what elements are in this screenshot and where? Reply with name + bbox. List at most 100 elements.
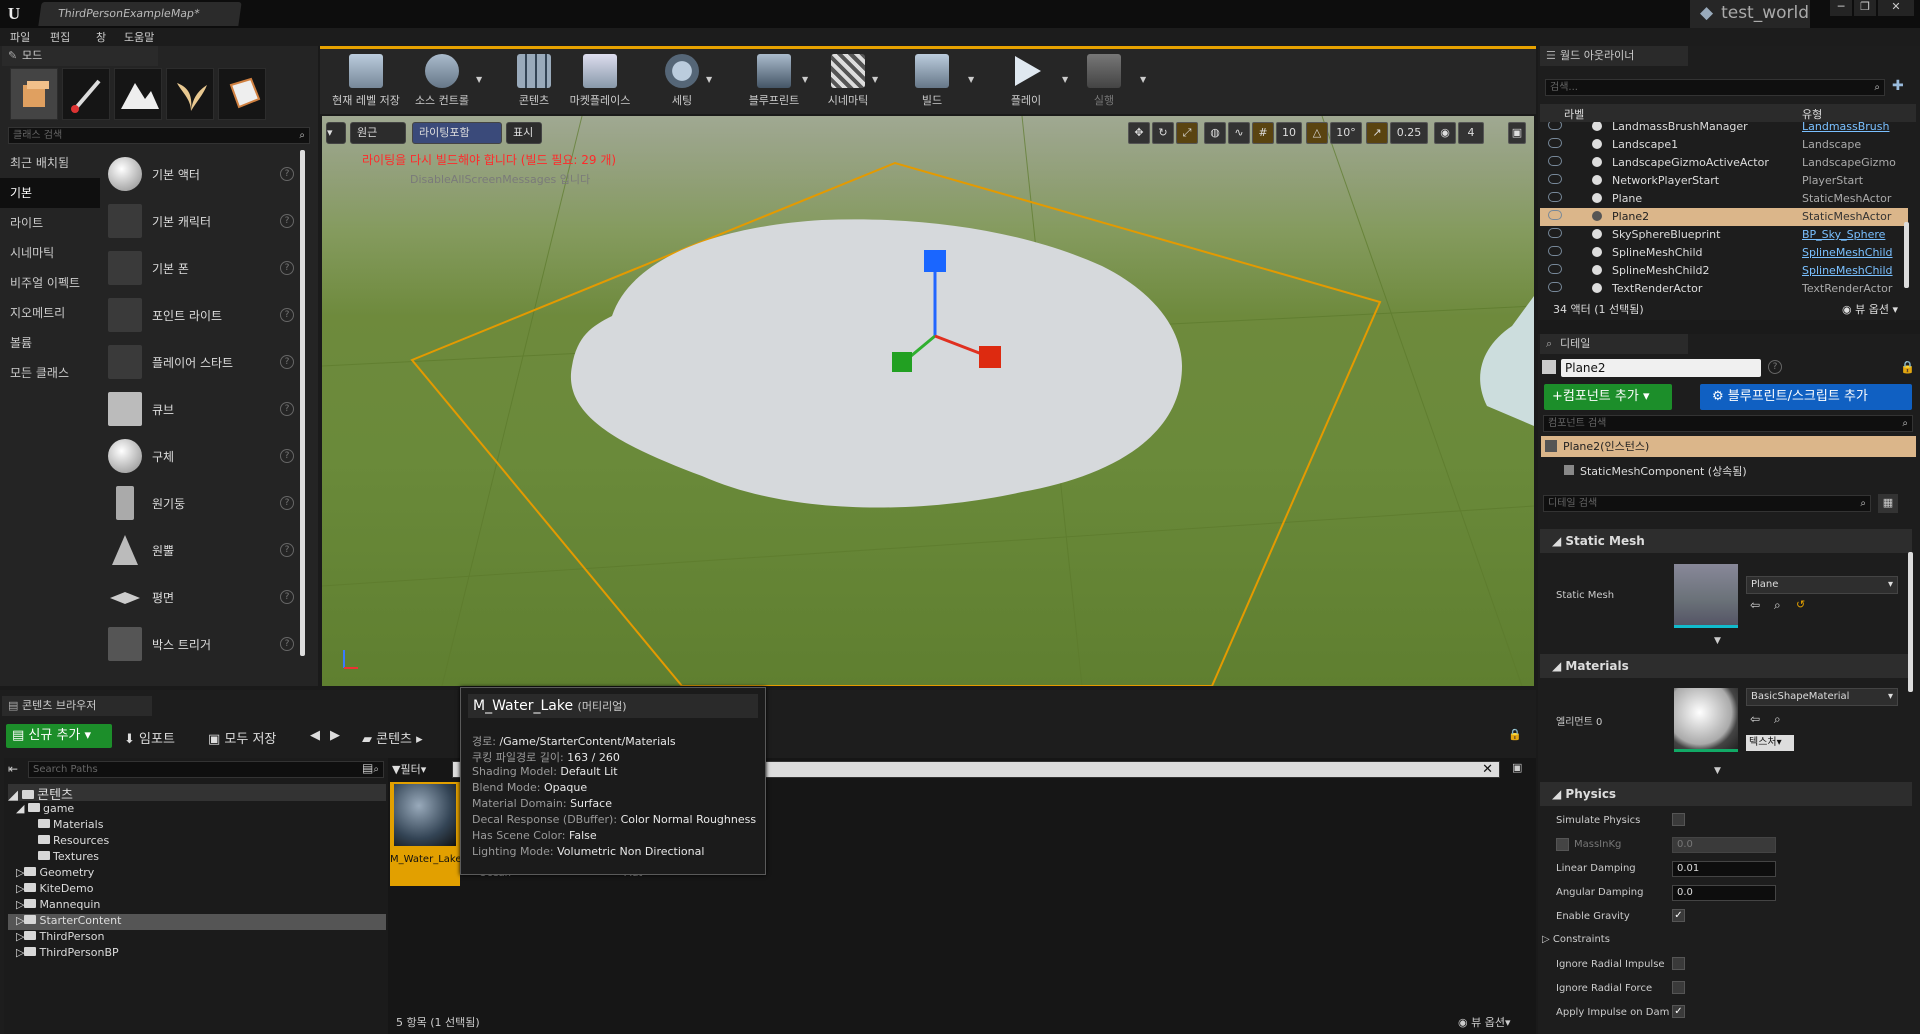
angular-damping-field[interactable]: 0.0 [1672, 885, 1776, 901]
help-icon[interactable]: ? [280, 167, 294, 181]
actor-item-cube[interactable]: 큐브? [108, 387, 296, 432]
tree-node-kitedemo[interactable]: ▷ KiteDemo [16, 882, 94, 895]
outliner-row[interactable]: LandscapeGizmoActiveActor LandscapeGizmo [1540, 154, 1908, 172]
row-type[interactable]: SplineMeshChild [1802, 264, 1893, 277]
eye-icon[interactable] [1548, 246, 1562, 256]
save-search-icon[interactable]: ▣ [1512, 761, 1522, 774]
collapse-sources-icon[interactable]: ⇤ [8, 762, 18, 776]
modes-scrollbar[interactable] [300, 150, 305, 656]
actor-item-cylinder[interactable]: 원기둥? [108, 481, 296, 526]
static-mesh-combo[interactable]: Plane ▾ [1746, 576, 1898, 594]
world-local-icon[interactable]: ◍ [1204, 122, 1226, 144]
maximize-viewport-icon[interactable]: ▣ [1508, 122, 1526, 144]
category-cinematic[interactable]: 시네마틱 [0, 238, 100, 268]
add-component-button[interactable]: +컴포넌트 추가 ▾ [1544, 384, 1672, 410]
help-icon[interactable]: ? [280, 261, 294, 275]
row-type[interactable]: LandmassBrush [1802, 122, 1889, 133]
outliner-search-input[interactable]: 검색... ⌕ [1545, 79, 1885, 96]
gizmo-x-handle[interactable] [979, 346, 1001, 368]
outliner-row[interactable]: SkySphereBlueprint BP_Sky_Sphere [1540, 226, 1908, 244]
actor-item-basic-actor[interactable]: 기본 액터? [108, 152, 296, 197]
actor-item-box-trigger[interactable]: 박스 트리거? [108, 622, 296, 667]
enable-gravity-checkbox[interactable]: ✓ [1672, 909, 1685, 922]
add-blueprint-button[interactable]: ⚙ 블루프린트/스크립트 추가 [1700, 384, 1912, 410]
section-materials[interactable]: ◢ Materials [1540, 654, 1912, 678]
path-view-options-icon[interactable]: ▤ [362, 761, 373, 775]
show-button[interactable]: 표시 [506, 122, 542, 144]
foliage-mode-icon[interactable] [166, 68, 214, 120]
tree-node-resources[interactable]: Resources [38, 834, 109, 847]
outliner-row[interactable]: TextRenderActor TextRenderActor [1540, 280, 1908, 294]
column-label[interactable]: 라벨 [1564, 106, 1584, 122]
rotation-snap-icon[interactable]: △ [1306, 122, 1328, 144]
chevron-down-icon[interactable]: ▼ [872, 75, 878, 84]
browse-icon[interactable]: ⌕ [1774, 712, 1781, 727]
chevron-down-icon[interactable]: ▼ [968, 75, 974, 84]
detail-search-input[interactable]: 디테일 검색 ⌕ [1543, 495, 1871, 512]
category-volumes[interactable]: 볼륨 [0, 328, 100, 358]
outliner-row[interactable]: Landscape1 Landscape [1540, 136, 1908, 154]
lake-plane[interactable] [570, 219, 1182, 508]
class-search-input[interactable]: 클래스 검색 ⌕ [8, 127, 310, 144]
rotate-icon[interactable]: ↻ [1152, 122, 1174, 144]
tab-world-outliner[interactable]: ☰ 월드 아웃라이너 [1540, 46, 1688, 66]
row-type[interactable]: BP_Sky_Sphere [1802, 228, 1885, 241]
component-instance-row[interactable]: Plane2(인스턴스) [1541, 436, 1916, 457]
outliner-row-selected[interactable]: Plane2 StaticMeshActor [1540, 208, 1908, 226]
save-level-button[interactable]: 현재 레벨 저장 [326, 50, 406, 112]
static-mesh-thumbnail[interactable] [1674, 564, 1738, 628]
outliner-scrollbar[interactable] [1904, 222, 1909, 288]
use-selected-icon[interactable]: ⇦ [1750, 712, 1760, 726]
mass-field[interactable]: 0.0 [1672, 837, 1776, 853]
tree-node-mannequin[interactable]: ▷ Mannequin [16, 898, 100, 911]
perspective-button[interactable]: 원근 [350, 122, 406, 144]
section-static-mesh[interactable]: ◢ Static Mesh [1540, 529, 1912, 553]
translate-icon[interactable]: ✥ [1128, 122, 1150, 144]
scale-icon[interactable]: ⤢ [1176, 122, 1198, 144]
grid-snap-value[interactable]: 10 [1276, 122, 1302, 144]
help-icon[interactable]: ? [280, 496, 294, 510]
camera-speed-icon[interactable]: ◉ [1434, 122, 1456, 144]
tab-details[interactable]: ⌕ 디테일 [1540, 334, 1688, 354]
linear-damping-field[interactable]: 0.01 [1672, 861, 1776, 877]
eye-icon[interactable] [1548, 264, 1562, 274]
chevron-down-icon[interactable]: ▼ [476, 75, 482, 84]
browse-icon[interactable]: ⌕ [1774, 598, 1781, 613]
lock-icon[interactable]: 🔒 [1508, 728, 1522, 741]
component-search-input[interactable]: 컴포넌트 검색 ⌕ [1543, 415, 1913, 432]
eye-icon[interactable] [1548, 156, 1562, 166]
rotation-snap-value[interactable]: 10° [1330, 122, 1362, 144]
tree-node-materials[interactable]: Materials [38, 818, 103, 831]
actor-item-player-start[interactable]: 플레이어 스타트? [108, 340, 296, 385]
simulate-physics-checkbox[interactable] [1672, 813, 1685, 826]
help-icon[interactable]: ? [280, 449, 294, 463]
menu-file[interactable]: 파일 [10, 29, 30, 45]
section-physics[interactable]: ◢ Physics [1540, 782, 1912, 806]
tree-node-game[interactable]: ◢ game [16, 802, 74, 815]
expand-arrow-icon[interactable]: ▼ [1714, 766, 1721, 776]
breadcrumb[interactable]: ▰ 콘텐츠 ▸ [362, 728, 423, 747]
help-icon[interactable]: ? [280, 590, 294, 604]
reset-icon[interactable]: ↺ [1796, 598, 1805, 611]
outliner-row[interactable]: NetworkPlayerStart PlayerStart [1540, 172, 1908, 190]
outliner-row[interactable]: SplineMeshChild SplineMeshChild [1540, 244, 1908, 262]
ignore-radial-impulse-checkbox[interactable] [1672, 957, 1685, 970]
document-tab[interactable]: ThirdPersonExampleMap* [38, 2, 242, 26]
close-button[interactable]: ✕ [1878, 0, 1914, 16]
constraints-row[interactable]: ▷ Constraints [1542, 934, 1610, 945]
tree-node-content[interactable]: ◢ 콘텐츠 [8, 784, 386, 803]
scale-snap-value[interactable]: 0.25 [1390, 122, 1428, 144]
eye-icon[interactable] [1548, 282, 1562, 292]
save-all-button[interactable]: ▣ 모두 저장 [208, 728, 276, 747]
eye-icon[interactable] [1548, 138, 1562, 148]
category-geometry[interactable]: 지오메트리 [0, 298, 100, 328]
category-visual-effects[interactable]: 비주얼 이펙트 [0, 268, 100, 298]
static-mesh-component-row[interactable]: StaticMeshComponent (상속됨) [1580, 463, 1747, 479]
surface-snap-icon[interactable]: ∿ [1228, 122, 1250, 144]
add-new-button[interactable]: ▤ 신규 추가 ▾ [6, 724, 112, 748]
textures-dropdown[interactable]: 텍스처▾ [1746, 735, 1794, 751]
place-mode-icon[interactable] [10, 68, 58, 120]
actor-item-point-light[interactable]: 포인트 라이트? [108, 293, 296, 338]
tree-node-geometry[interactable]: ▷ Geometry [16, 866, 94, 879]
use-selected-icon[interactable]: ⇦ [1750, 598, 1760, 612]
